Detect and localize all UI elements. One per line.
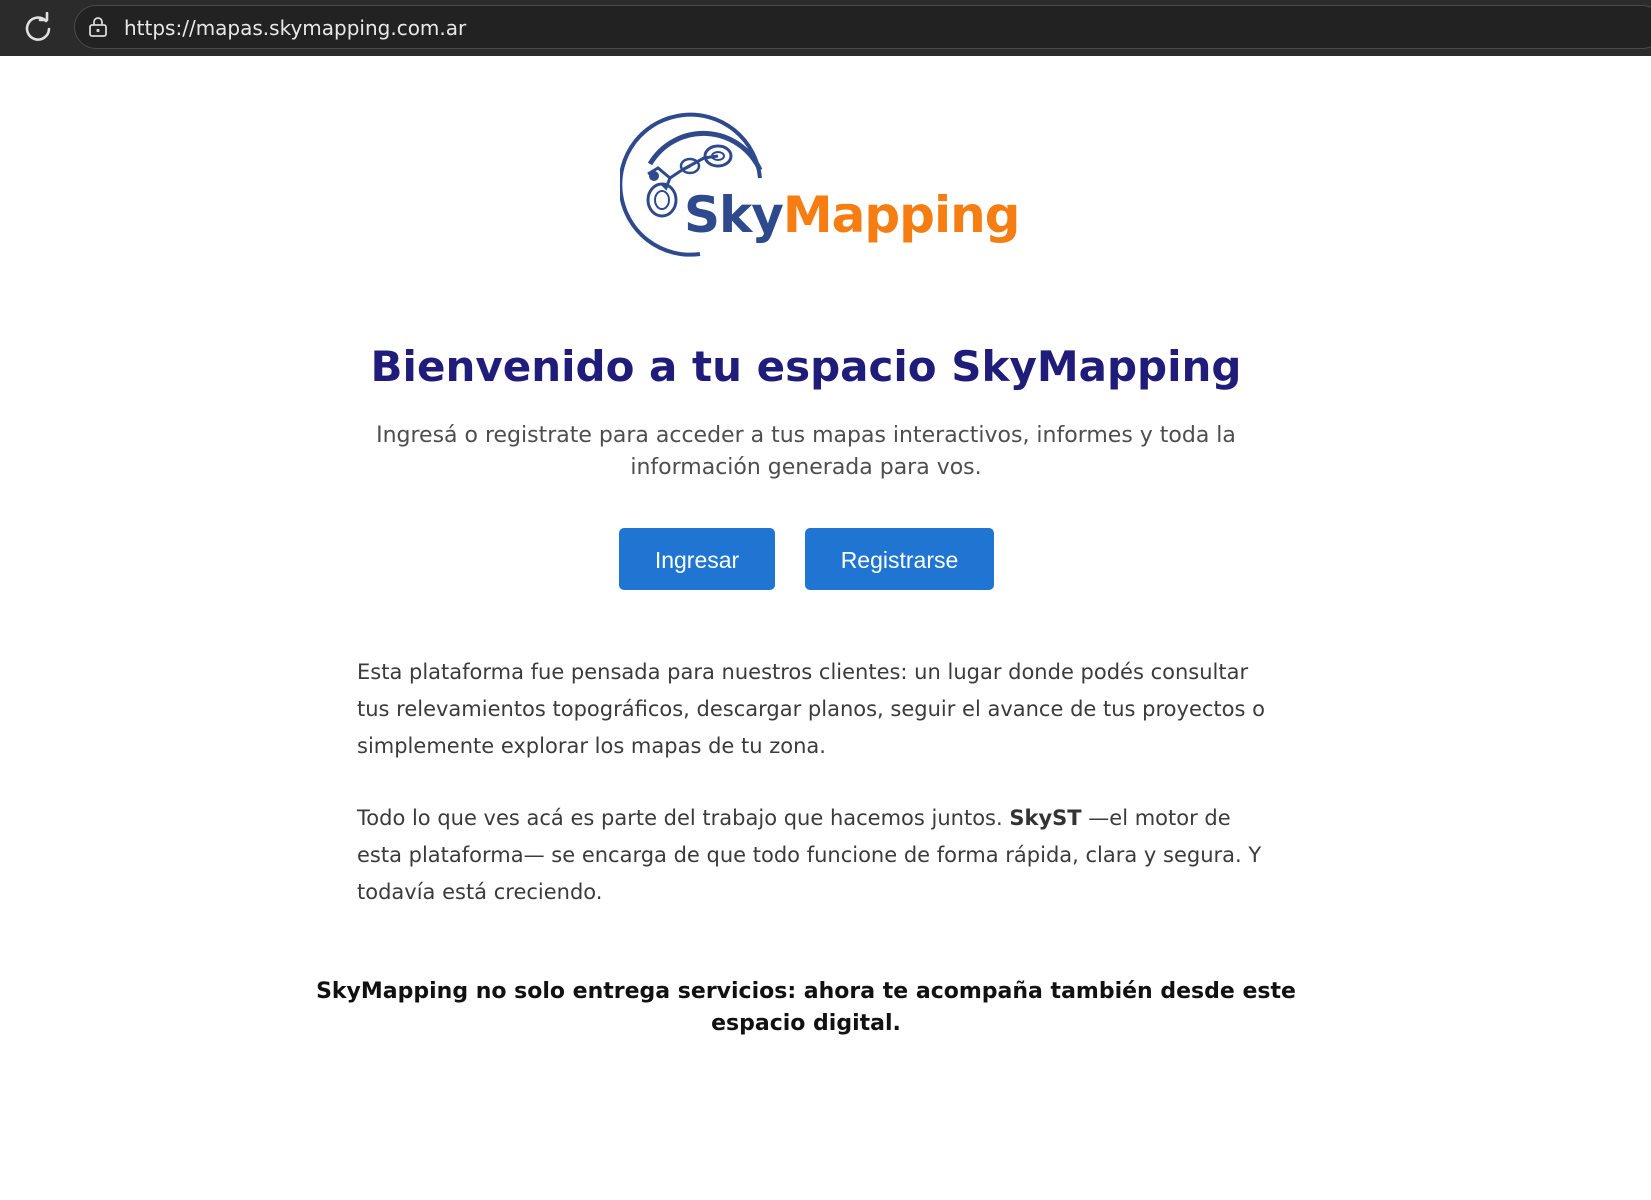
- platform-text-start: Todo lo que ves acá es parte del trabajo…: [357, 806, 1010, 830]
- skymapping-logo: SkyMapping: [620, 108, 1020, 278]
- skyst-name: SkyST: [1009, 806, 1082, 830]
- intro-paragraph: Esta plataforma fue pensada para nuestro…: [357, 660, 1265, 758]
- page-content: SkyMapping Bienvenido a tu espacio SkyMa…: [0, 56, 1651, 1200]
- reload-icon[interactable]: [22, 12, 54, 44]
- register-button[interactable]: Registrarse: [805, 528, 994, 590]
- login-button[interactable]: Ingresar: [619, 528, 775, 590]
- platform-paragraph: Todo lo que ves acá es parte del trabajo…: [357, 800, 1277, 911]
- page-title: Bienvenido a tu espacio SkyMapping: [370, 342, 1242, 391]
- logo-sky-text: Sky: [684, 186, 784, 244]
- page-subtitle: Ingresá o registrate para acceder a tus …: [376, 423, 1236, 480]
- browser-toolbar: https://mapas.skymapping.com.ar: [0, 0, 1651, 56]
- logo-mapping-text: Mapping: [782, 186, 1021, 244]
- logo-wordmark: SkyMapping: [684, 186, 1021, 244]
- site-info-icon[interactable]: [87, 16, 109, 38]
- address-bar[interactable]: https://mapas.skymapping.com.ar: [74, 5, 1651, 49]
- url-text[interactable]: https://mapas.skymapping.com.ar: [124, 16, 466, 40]
- closing-statement: SkyMapping no solo entrega servicios: ah…: [316, 979, 1296, 1036]
